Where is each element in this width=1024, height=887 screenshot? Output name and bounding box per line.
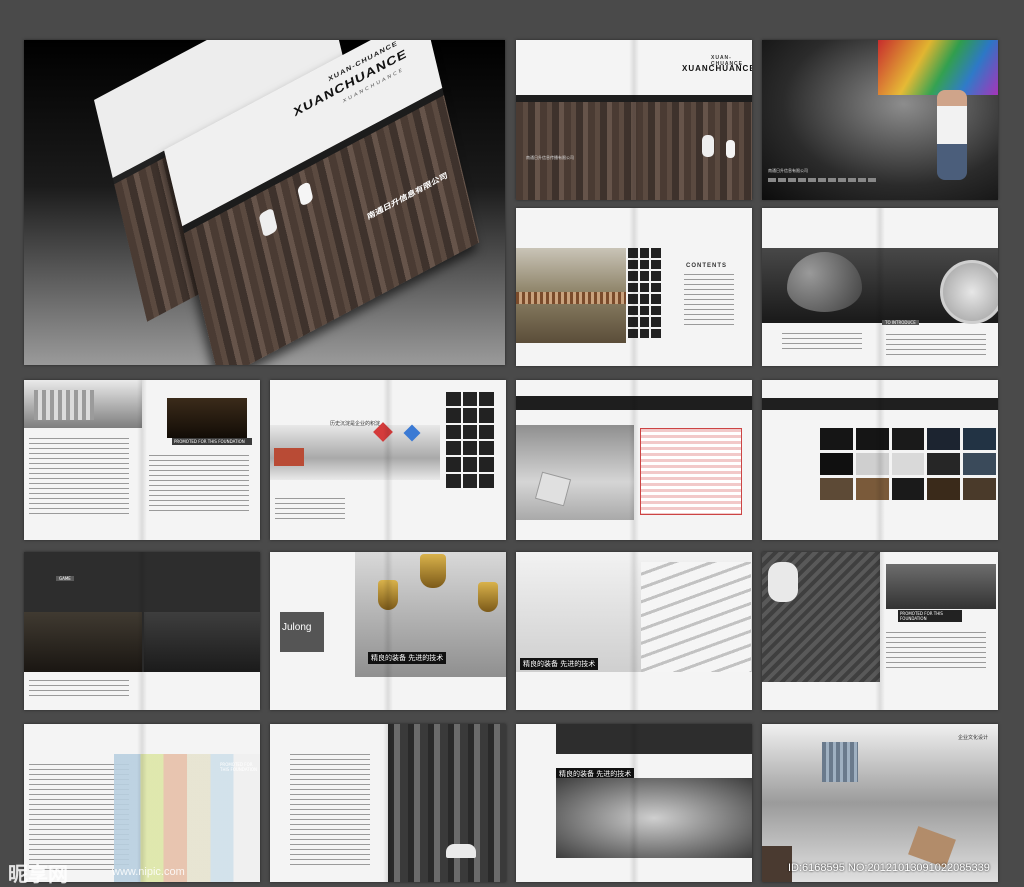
glass-grid: [820, 428, 996, 500]
watermark-logo: 昵享网: [8, 864, 68, 886]
spread6-title: TO INTRODUCE: [882, 320, 919, 325]
data-table: [640, 428, 742, 515]
office-photo-right: [144, 612, 260, 672]
kite-house: [274, 448, 304, 466]
spread12-section: GAME: [56, 576, 74, 581]
spread19-title: 企业文化设计: [958, 735, 989, 741]
cover-hero: XUAN-CHUANCE XUANCHUANCE XUANCHUANCE 南通日…: [24, 40, 505, 365]
spread-building: PROMOTED FOR THIS FOUNDATION: [24, 380, 260, 540]
forest-photo: [388, 724, 506, 882]
spread-heart: TO INTRODUCE: [762, 208, 998, 366]
spread7-promo: PROMOTED FOR THIS FOUNDATION: [172, 438, 252, 445]
spread2-brand-main: XUANCHUANCE: [682, 64, 752, 73]
contents-title: CONTENTS: [686, 263, 727, 269]
kite-grid: [446, 392, 494, 488]
watermark-site: www.nipic.com: [112, 866, 185, 878]
spread2-children: [702, 135, 714, 157]
spread8-headline: 历史沉淀是企业的积淀: [330, 421, 381, 427]
spread13-slogan: 精良的装备 先进的技术: [368, 652, 447, 664]
spread-office: GAME: [24, 552, 260, 710]
spread3-caption: 南通日升信息有限公司: [768, 168, 808, 173]
spread-trophy: Julong 精良的装备 先进的技术: [270, 552, 506, 710]
office-photo-left: [24, 612, 142, 672]
paint-boy-figure: [937, 90, 967, 180]
shoe-icon: [446, 844, 476, 858]
contents-list: [684, 274, 734, 328]
spread-paint-boy: 南通日升信息有限公司: [762, 40, 998, 200]
floating-city: [822, 742, 858, 782]
contents-fence: [516, 292, 626, 304]
spread-hands: 精良的装备 先进的技术: [516, 724, 752, 882]
spread-clouds: 企业文化设计: [762, 724, 998, 882]
spread-glass: [762, 380, 998, 540]
spread15-promo: PROMOTED FOR THIS FOUNDATION: [898, 610, 962, 622]
deck-photo-right: [886, 564, 996, 609]
dinner-photo: [167, 398, 247, 438]
spread-kite: 历史沉淀是企业的积淀: [270, 380, 506, 540]
spread13-brand: Julong: [282, 622, 312, 633]
spread14-slogan: 精良的装备 先进的技术: [520, 658, 599, 670]
hands-photo: [556, 778, 752, 858]
magnifier: [940, 260, 998, 324]
spread-contents: CONTENTS: [516, 208, 752, 366]
table-photo: [516, 425, 634, 520]
spread-cover-open: XUAN-CHUANCE XUANCHUANCE 南通日升信息传播有限公司: [516, 40, 752, 200]
watermark-id: ID:6168595 NO:20121013091022085339: [788, 862, 990, 874]
spread16-promo: PROMOTED FOR THIS FOUNDATION: [220, 762, 258, 772]
paint-splash: [878, 40, 998, 95]
spread-deck: PROMOTED FOR THIS FOUNDATION: [762, 552, 998, 710]
spread-stairs: 精良的装备 先进的技术: [516, 552, 752, 710]
spread2-caption: 南通日升信息传播有限公司: [526, 155, 574, 160]
heart-text: [886, 334, 986, 356]
clothes-photo: [114, 754, 260, 882]
spread-forest: [270, 724, 506, 882]
spread-table: [516, 380, 752, 540]
